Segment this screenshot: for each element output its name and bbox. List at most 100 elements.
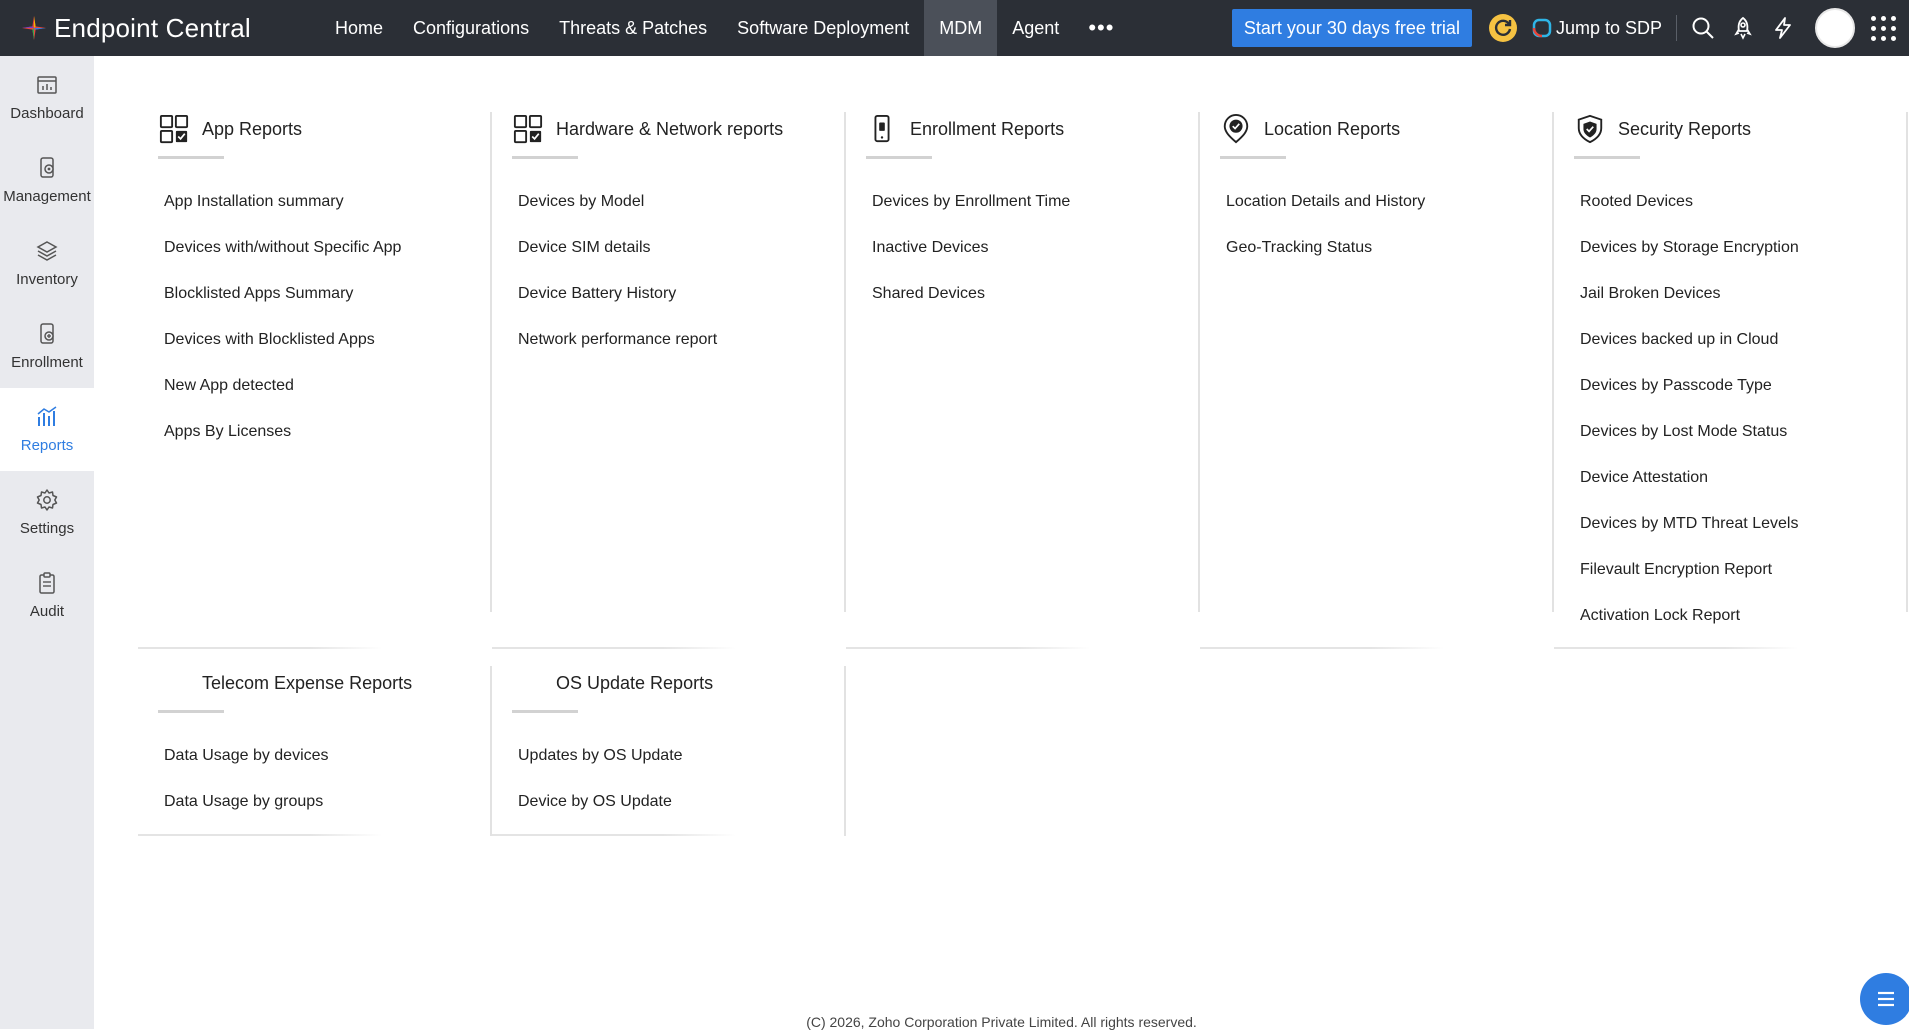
report-link[interactable]: Devices by Enrollment Time bbox=[866, 179, 1200, 225]
sidebar-item-enrollment[interactable]: Enrollment bbox=[0, 305, 94, 388]
report-link[interactable]: Device by OS Update bbox=[512, 779, 846, 825]
report-link[interactable]: Devices by Lost Mode Status bbox=[1574, 409, 1908, 455]
brand[interactable]: Endpoint Central bbox=[0, 0, 320, 56]
jump-to-sdp-link[interactable]: Jump to SDP bbox=[1532, 18, 1662, 39]
report-link[interactable]: Inactive Devices bbox=[866, 225, 1200, 271]
section-header: OS Update Reports bbox=[512, 666, 846, 700]
topbar-actions: Start your 30 days free trial Jump to SD… bbox=[1231, 0, 1909, 56]
avatar[interactable] bbox=[1815, 8, 1855, 48]
rocket-icon[interactable] bbox=[1731, 16, 1755, 40]
reports-row-2: Telecom Expense Reports Data Usage by de… bbox=[138, 666, 846, 836]
section-app-reports: App Reports App Installation summary Dev… bbox=[138, 112, 492, 639]
report-link[interactable]: Geo-Tracking Status bbox=[1220, 225, 1554, 271]
report-link[interactable]: Data Usage by devices bbox=[158, 733, 492, 779]
section-header: Security Reports bbox=[1574, 112, 1908, 146]
section-underline bbox=[1574, 156, 1640, 159]
section-os-update-reports: OS Update Reports Updates by OS Update D… bbox=[492, 666, 846, 836]
sidebar-item-settings[interactable]: Settings bbox=[0, 471, 94, 554]
section-header: Location Reports bbox=[1220, 112, 1554, 146]
refresh-icon[interactable] bbox=[1488, 13, 1518, 43]
sidebar-item-label: Settings bbox=[19, 520, 75, 537]
nav-threats-patches[interactable]: Threats & Patches bbox=[544, 0, 722, 56]
nav-software-deployment[interactable]: Software Deployment bbox=[722, 0, 924, 56]
top-navigation-bar: Endpoint Central Home Configurations Thr… bbox=[0, 0, 1909, 56]
report-link[interactable]: Blocklisted Apps Summary bbox=[158, 271, 492, 317]
nav-agent[interactable]: Agent bbox=[997, 0, 1074, 56]
app-grid-icon bbox=[158, 113, 190, 145]
sidebar-item-audit[interactable]: Audit bbox=[0, 554, 94, 637]
sidebar-item-reports[interactable]: Reports bbox=[0, 388, 94, 471]
report-link[interactable]: Devices by Passcode Type bbox=[1574, 363, 1908, 409]
endpoint-central-logo-icon bbox=[20, 14, 48, 42]
reports-row-1: App Reports App Installation summary Dev… bbox=[138, 112, 1908, 639]
section-location-reports: Location Reports Location Details and Hi… bbox=[1200, 112, 1554, 639]
report-link[interactable]: Network performance report bbox=[512, 317, 846, 363]
sidebar-item-inventory[interactable]: Inventory bbox=[0, 222, 94, 305]
sidebar-item-label: Enrollment bbox=[11, 354, 83, 371]
section-underline bbox=[1220, 156, 1286, 159]
report-link[interactable]: Devices by MTD Threat Levels bbox=[1574, 501, 1908, 547]
report-link[interactable]: Device Battery History bbox=[512, 271, 846, 317]
settings-icon bbox=[36, 489, 58, 511]
jump-to-sdp-label: Jump to SDP bbox=[1555, 17, 1662, 38]
report-link[interactable]: Shared Devices bbox=[866, 271, 1200, 317]
enrollment-icon bbox=[40, 323, 54, 344]
report-link[interactable]: Devices backed up in Cloud bbox=[1574, 317, 1908, 363]
more-horizontal-icon[interactable]: ••• bbox=[1074, 0, 1128, 56]
sidebar: Dashboard Management Inventory Enrollmen… bbox=[0, 56, 94, 1029]
section-title: Telecom Expense Reports bbox=[202, 672, 413, 693]
report-link[interactable]: App Installation summary bbox=[158, 179, 492, 225]
flash-icon[interactable] bbox=[1771, 16, 1795, 40]
sidebar-item-label: Inventory bbox=[16, 271, 78, 288]
sidebar-item-management[interactable]: Management bbox=[0, 139, 94, 222]
report-link[interactable]: Devices with Blocklisted Apps bbox=[158, 317, 492, 363]
report-link[interactable]: Rooted Devices bbox=[1574, 179, 1908, 225]
menu-icon bbox=[1878, 991, 1894, 1007]
section-header: App Reports bbox=[158, 112, 492, 146]
dashboard-icon bbox=[37, 76, 57, 94]
report-link[interactable]: Activation Lock Report bbox=[1574, 593, 1908, 639]
report-link[interactable]: Jail Broken Devices bbox=[1574, 271, 1908, 317]
main-nav: Home Configurations Threats & Patches So… bbox=[320, 0, 1128, 56]
report-link[interactable]: Devices by Model bbox=[512, 179, 846, 225]
divider bbox=[492, 647, 736, 649]
divider bbox=[138, 647, 382, 649]
nav-home[interactable]: Home bbox=[320, 0, 398, 56]
shield-icon bbox=[1574, 113, 1606, 145]
report-link[interactable]: Data Usage by groups bbox=[158, 779, 492, 825]
section-underline bbox=[158, 156, 224, 159]
section-telecom-expense-reports: Telecom Expense Reports Data Usage by de… bbox=[138, 666, 492, 836]
report-link[interactable]: Devices by Storage Encryption bbox=[1574, 225, 1908, 271]
divider bbox=[1200, 647, 1444, 649]
report-link[interactable]: Location Details and History bbox=[1220, 179, 1554, 225]
location-pin-icon bbox=[1220, 113, 1252, 145]
section-security-reports: Security Reports Rooted Devices Devices … bbox=[1554, 112, 1908, 639]
management-icon bbox=[40, 157, 54, 178]
report-link[interactable]: Device SIM details bbox=[512, 225, 846, 271]
section-header: Hardware & Network reports bbox=[512, 112, 846, 146]
search-icon[interactable] bbox=[1691, 16, 1715, 40]
section-title: App Reports bbox=[202, 118, 303, 139]
report-link[interactable]: Updates by OS Update bbox=[512, 733, 846, 779]
inventory-icon bbox=[36, 241, 58, 261]
sidebar-item-label: Audit bbox=[29, 603, 65, 620]
report-link[interactable]: New App detected bbox=[158, 363, 492, 409]
sidebar-item-label: Management bbox=[3, 188, 91, 205]
chat-menu-button[interactable] bbox=[1860, 973, 1909, 1025]
report-link[interactable]: Filevault Encryption Report bbox=[1574, 547, 1908, 593]
nav-mdm[interactable]: MDM bbox=[924, 0, 998, 56]
report-link[interactable]: Apps By Licenses bbox=[158, 409, 492, 455]
section-underline bbox=[866, 156, 932, 159]
nav-configurations[interactable]: Configurations bbox=[398, 0, 544, 56]
divider bbox=[1676, 15, 1677, 41]
os-update-icon bbox=[512, 667, 544, 699]
apps-grid-icon[interactable] bbox=[1869, 14, 1897, 42]
section-underline bbox=[512, 156, 578, 159]
sidebar-item-label: Dashboard bbox=[10, 105, 84, 122]
reports-main: App Reports App Installation summary Dev… bbox=[94, 56, 1909, 1030]
report-link[interactable]: Device Attestation bbox=[1574, 455, 1908, 501]
free-trial-button[interactable]: Start your 30 days free trial bbox=[1231, 9, 1472, 47]
section-header: Enrollment Reports bbox=[866, 112, 1200, 146]
sidebar-item-dashboard[interactable]: Dashboard bbox=[0, 56, 94, 139]
report-link[interactable]: Devices with/without Specific App bbox=[158, 225, 492, 271]
